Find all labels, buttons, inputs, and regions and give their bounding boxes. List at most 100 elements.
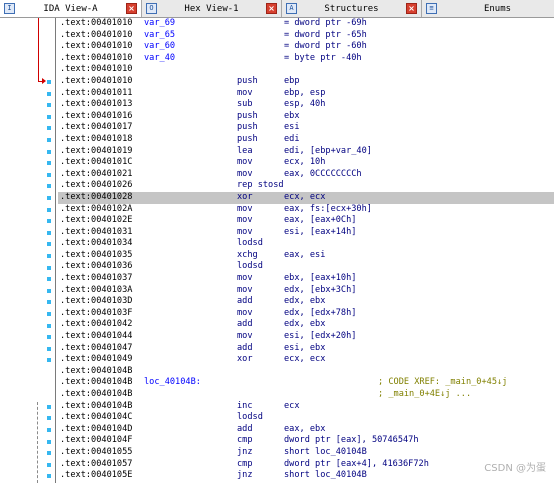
listing-row[interactable]: .text:00401031 mov esi, [eax+14h] — [58, 227, 554, 239]
breakpoint-dot-icon[interactable] — [47, 254, 51, 258]
breakpoint-dot-icon[interactable] — [47, 219, 51, 224]
operand-text[interactable]: eax, esi — [284, 250, 325, 262]
listing-row[interactable]: .text:00401026 rep stosd — [58, 180, 554, 192]
breakpoint-dot-icon[interactable] — [47, 300, 51, 305]
close-icon[interactable]: × — [266, 3, 277, 14]
breakpoint-dot-icon[interactable] — [47, 358, 51, 363]
label-text[interactable]: loc_40104B: — [144, 377, 201, 389]
tab-hex-view-1[interactable]: O Hex View-1 × — [142, 0, 282, 17]
listing-row[interactable]: .text:00401057 cmp dword ptr [eax+4], 4163… — [58, 459, 554, 471]
breakpoint-dot-icon[interactable] — [47, 335, 51, 340]
listing-row[interactable]: .text:00401017 push esi — [58, 122, 554, 134]
operand-text[interactable]: esi, [eax+14h] — [284, 227, 356, 239]
listing-row[interactable]: .text:0040104F cmp dword ptr [eax], 507465… — [58, 435, 554, 447]
operand-text[interactable]: edx, ebx — [284, 296, 325, 308]
operand-text[interactable]: = byte ptr -40h — [284, 53, 362, 65]
listing-row[interactable]: .text:00401036 lodsd — [58, 261, 554, 273]
listing-row[interactable]: .text:0040105E jnz short loc_40104B — [58, 470, 554, 482]
listing-row[interactable]: .text:00401010 var_60 = dword ptr -60h — [58, 41, 554, 53]
breakpoint-dot-icon[interactable] — [47, 277, 51, 282]
operand-text[interactable]: short loc_40104B — [284, 470, 367, 482]
tab-structures[interactable]: A Structures × — [282, 0, 422, 17]
listing-row[interactable]: .text:00401010 — [58, 64, 554, 76]
breakpoint-dot-icon[interactable] — [47, 323, 51, 328]
breakpoint-dot-icon[interactable] — [47, 242, 51, 247]
listing-row[interactable]: .text:0040104B ; _main_0+4E↓j ... — [58, 389, 554, 401]
listing-row[interactable]: .text:00401011 mov ebp, esp — [58, 88, 554, 100]
operand-text[interactable]: ecx, 10h — [284, 157, 325, 169]
operand-text[interactable]: edi — [284, 134, 300, 146]
listing-row[interactable]: .text:0040102A mov eax, fs:[ecx+30h] — [58, 204, 554, 216]
listing-row[interactable]: .text:0040101C mov ecx, 10h — [58, 157, 554, 169]
listing-row[interactable]: .text:0040104B — [58, 366, 554, 378]
listing-row[interactable]: .text:0040104B loc_40104B: ; CODE XREF: _m… — [58, 377, 554, 389]
operand-text[interactable]: eax, fs:[ecx+30h] — [284, 204, 372, 216]
operand-text[interactable]: edi, [ebp+var_40] — [284, 146, 372, 158]
listing-row[interactable]: .text:0040104C lodsd — [58, 412, 554, 424]
listing-row[interactable]: .text:00401042 add edx, ebx — [58, 319, 554, 331]
breakpoint-dot-icon[interactable] — [47, 161, 51, 166]
breakpoint-dot-icon[interactable] — [47, 265, 51, 270]
operand-text[interactable]: esp, 40h — [284, 99, 325, 111]
listing-row[interactable]: .text:0040103D add edx, ebx — [58, 296, 554, 308]
operand-text[interactable]: edx, ebx — [284, 319, 325, 331]
breakpoint-dot-icon[interactable] — [47, 474, 51, 479]
listing-row[interactable]: .text:00401013 sub esp, 40h — [58, 99, 554, 111]
close-icon[interactable]: × — [406, 3, 417, 14]
listing-row[interactable]: .text:00401010 var_65 = dword ptr -65h — [58, 30, 554, 42]
listing-row[interactable]: .text:00401047 add esi, ebx — [58, 343, 554, 355]
disassembly-view[interactable]: .text:00401010 var_69 = dword ptr -69h .tex… — [0, 18, 554, 483]
operand-text[interactable]: ecx, ecx — [284, 354, 325, 366]
breakpoint-dot-icon[interactable] — [47, 149, 51, 154]
operand-text[interactable]: short loc_40104B — [284, 447, 367, 459]
operand-text[interactable]: ebp, esp — [284, 88, 325, 100]
close-icon[interactable]: × — [126, 3, 137, 14]
operand-text[interactable]: ecx, ecx — [284, 192, 325, 204]
listing-row[interactable]: .text:00401049 xor ecx, ecx — [58, 354, 554, 366]
breakpoint-dot-icon[interactable] — [47, 114, 51, 119]
breakpoint-dot-icon[interactable] — [47, 439, 51, 444]
listing-row[interactable]: .text:00401018 push edi — [58, 134, 554, 146]
operand-text[interactable]: ebx, [eax+10h] — [284, 273, 356, 285]
breakpoint-dot-icon[interactable] — [47, 230, 51, 235]
breakpoint-dot-icon[interactable] — [47, 184, 51, 189]
listing-row[interactable]: .text:0040104D add eax, ebx — [58, 424, 554, 436]
breakpoint-dot-icon[interactable] — [47, 312, 51, 316]
listing-row[interactable]: .text:00401010 push ebp — [58, 76, 554, 88]
label-text[interactable]: var_40 — [144, 53, 175, 65]
breakpoint-dot-icon[interactable] — [47, 103, 51, 108]
operand-text[interactable]: = dword ptr -60h — [284, 41, 367, 53]
operand-text[interactable]: dword ptr [eax+4], 41636F72h — [284, 459, 429, 471]
operand-text[interactable]: eax, 0CCCCCCCCh — [284, 169, 362, 181]
listing-row[interactable]: .text:00401028 xor ecx, ecx — [58, 191, 554, 204]
breakpoint-dot-icon[interactable] — [47, 207, 51, 212]
operand-text[interactable]: = dword ptr -65h — [284, 30, 367, 42]
breakpoint-dot-icon[interactable] — [47, 196, 51, 200]
breakpoint-dot-icon[interactable] — [47, 404, 51, 409]
breakpoint-dot-icon[interactable] — [47, 428, 51, 432]
breakpoint-dot-icon[interactable] — [47, 451, 51, 456]
listing-row[interactable]: .text:00401037 mov ebx, [eax+10h] — [58, 273, 554, 285]
tab-ida-view-a[interactable]: I IDA View-A × — [0, 0, 142, 17]
breakpoint-dot-icon[interactable] — [47, 91, 51, 96]
breakpoint-dot-icon[interactable] — [47, 126, 51, 131]
listing-row[interactable]: .text:00401055 jnz short loc_40104B — [58, 447, 554, 459]
label-text[interactable]: var_69 — [144, 18, 175, 30]
operand-text[interactable]: eax, ebx — [284, 424, 325, 436]
listing-row[interactable]: .text:00401010 var_40 = byte ptr -40h — [58, 53, 554, 65]
operand-text[interactable]: = dword ptr -69h — [284, 18, 367, 30]
listing-row[interactable]: .text:00401034 lodsd — [58, 238, 554, 250]
operand-text[interactable]: esi, ebx — [284, 343, 325, 355]
operand-text[interactable]: ecx — [284, 401, 300, 413]
operand-text[interactable]: edx, [edx+78h] — [284, 308, 356, 320]
breakpoint-dot-icon[interactable] — [47, 346, 51, 351]
listing-row[interactable]: .text:00401044 mov esi, [edx+20h] — [58, 331, 554, 343]
label-text[interactable]: var_65 — [144, 30, 175, 42]
breakpoint-dot-icon[interactable] — [47, 462, 51, 467]
operand-text[interactable]: ebx — [284, 111, 300, 123]
listing-row[interactable]: .text:00401035 xchg eax, esi — [58, 250, 554, 262]
operand-text[interactable]: esi, [edx+20h] — [284, 331, 356, 343]
listing-row[interactable]: .text:00401010 var_69 = dword ptr -69h — [58, 18, 554, 30]
operand-text[interactable]: eax, [eax+0Ch] — [284, 215, 356, 227]
operand-text[interactable]: edx, [ebx+3Ch] — [284, 285, 356, 297]
